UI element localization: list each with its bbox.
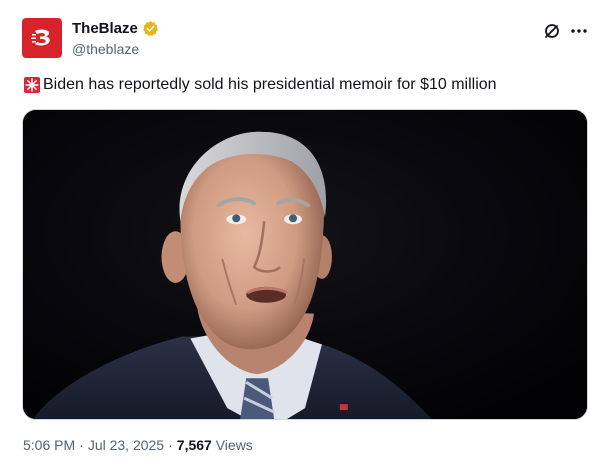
views-count: 7,567 [176, 437, 212, 453]
theblaze-logo-icon [31, 29, 50, 46]
author-display-name[interactable]: TheBlaze [72, 20, 138, 37]
police-siren-emoji-icon [23, 76, 41, 94]
verified-badge-icon[interactable] [142, 20, 159, 37]
tweet-date[interactable]: Jul 23, 2025 [88, 437, 164, 453]
author-avatar[interactable] [22, 18, 62, 58]
tweet-body: Biden has reportedly sold his presidenti… [43, 76, 497, 93]
meta-separator: · [79, 437, 84, 453]
tweet-text: Biden has reportedly sold his presidenti… [23, 74, 583, 96]
more-options-icon[interactable] [569, 21, 589, 41]
meta-separator: · [168, 437, 173, 453]
grok-icon[interactable] [543, 22, 561, 40]
tweet-card: TheBlaze @theblaze Biden has reportedly … [0, 0, 609, 468]
tweet-photo[interactable] [22, 109, 588, 420]
views-label: Views [215, 437, 253, 453]
author-info: TheBlaze @theblaze [72, 18, 159, 57]
author-handle[interactable]: @theblaze [72, 41, 159, 57]
tweet-meta: 5:06 PM · Jul 23, 2025 · 7,567 Views [23, 437, 253, 453]
tweet-time[interactable]: 5:06 PM [23, 437, 75, 453]
portrait-photo-image [23, 110, 587, 419]
